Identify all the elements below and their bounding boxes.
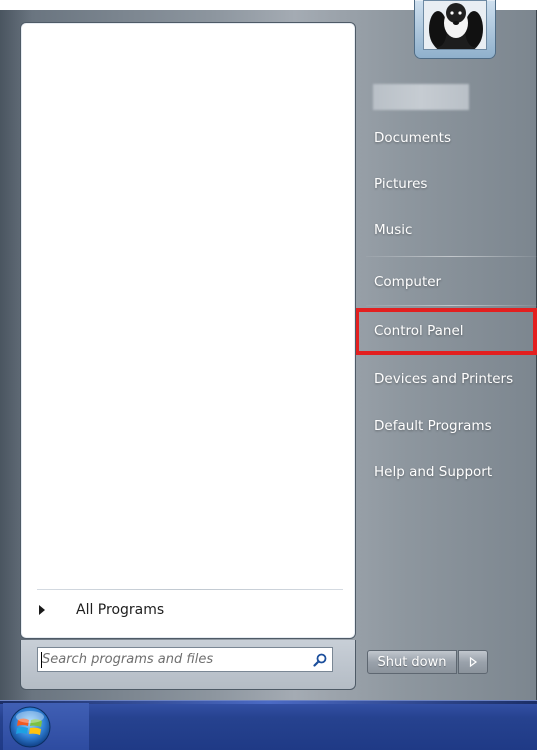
right-separator [366,256,537,257]
right-item-label: Pictures [374,176,428,192]
right-item-label: Default Programs [374,418,492,434]
all-programs-button[interactable]: All Programs [27,595,349,625]
taskbar [0,700,537,750]
user-picture[interactable] [415,0,495,58]
start-menu: Documents Pictures Music Computer Contro… [0,0,537,700]
start-button[interactable] [3,703,89,750]
text-caret [41,652,42,668]
user-picture-image [423,0,487,50]
right-item-computer[interactable]: Computer [356,260,537,304]
right-item-label: Music [374,222,413,238]
right-item-default-programs[interactable]: Default Programs [356,404,537,448]
play-arrow-icon [39,605,45,615]
left-separator [37,589,343,590]
right-item-label: Help and Support [374,464,493,480]
right-item-label: Control Panel [374,323,464,339]
right-item-pictures[interactable]: Pictures [356,162,537,206]
right-item-music[interactable]: Music [356,208,537,252]
search-strip [20,640,356,690]
shutdown-button[interactable]: Shut down [367,650,457,674]
right-item-label: Documents [374,130,451,146]
right-item-control-panel[interactable]: Control Panel [356,309,537,353]
programs-list [21,23,355,583]
search-box[interactable] [37,647,333,672]
chevron-right-icon [469,657,478,667]
shutdown-label: Shut down [377,654,447,670]
right-item-documents[interactable]: Documents [356,116,537,160]
search-input[interactable] [38,648,308,671]
username [373,84,469,110]
right-separator [366,305,537,306]
shutdown-options-button[interactable] [458,650,488,674]
windows-start-orb-icon [9,706,51,748]
dog-icon [424,1,486,49]
right-item-label: Devices and Printers [374,371,514,387]
search-icon[interactable] [308,649,332,671]
left-pane: All Programs [20,22,356,639]
right-item-devices-and-printers[interactable]: Devices and Printers [356,357,537,401]
all-programs-label: All Programs [76,602,165,618]
right-item-help-and-support[interactable]: Help and Support [356,450,537,494]
right-item-label: Computer [374,274,442,290]
